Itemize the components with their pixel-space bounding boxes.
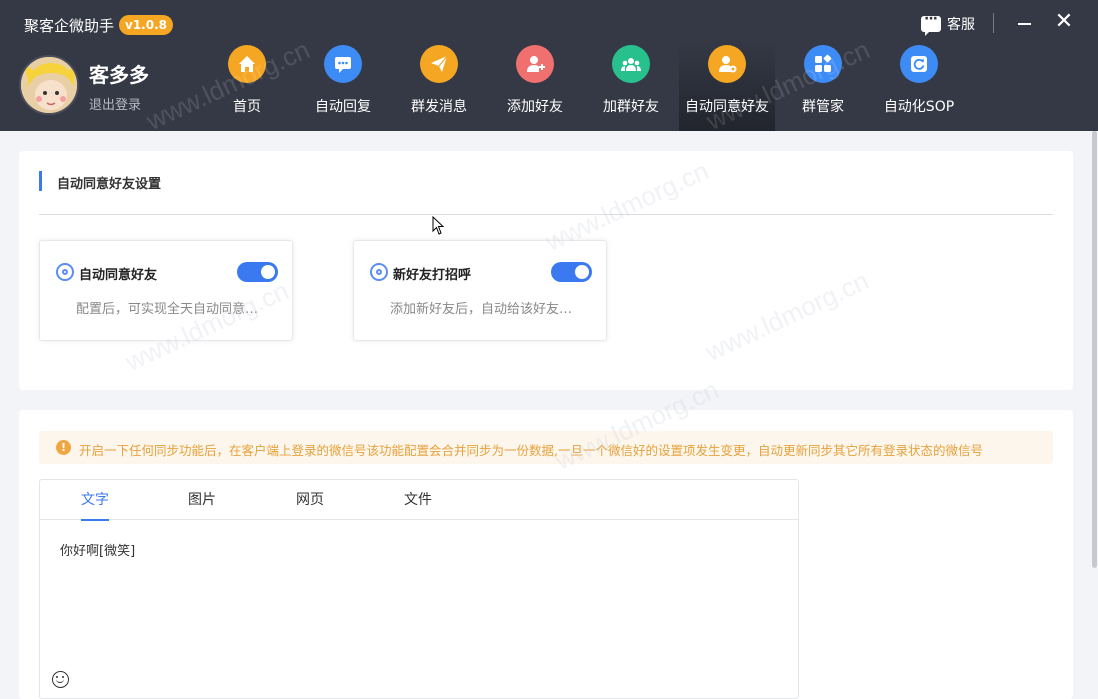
warning-icon: ! <box>56 440 71 455</box>
tab-text[interactable]: 文字 <box>81 480 109 521</box>
greeting-toggle[interactable] <box>551 262 592 282</box>
auto-accept-toggle[interactable] <box>237 262 278 282</box>
nav-auto-sop[interactable]: 自动化SOP <box>880 40 958 131</box>
refresh-icon <box>900 45 938 83</box>
app-title: 聚客企微助手 <box>24 17 115 35</box>
nav-label: 首页 <box>233 99 261 115</box>
feature-card-greeting[interactable]: 新好友打招呼 添加新好友后，自动给该好友… <box>353 240 607 341</box>
watermark: www.ldmorg.cn <box>700 265 874 367</box>
feature-name: 新好友打招呼 <box>393 268 472 283</box>
nav-group-friend[interactable]: 加群好友 <box>601 40 661 131</box>
settings-card: 自动同意好友设置 自动同意好友 配置后，可实现全天自动同意… 新好友打招呼 添加… <box>19 151 1073 390</box>
feature-card-auto-accept[interactable]: 自动同意好友 配置后，可实现全天自动同意… <box>39 240 293 341</box>
scrollbar-thumb[interactable] <box>1092 131 1097 568</box>
section-divider <box>39 214 1053 215</box>
tab-webpage[interactable]: 网页 <box>296 480 324 520</box>
username: 客多多 <box>89 63 149 87</box>
logout-link[interactable]: 退出登录 <box>89 94 141 113</box>
group-icon <box>612 45 650 83</box>
top-bar: 聚客企微助手 v1.0.8 客服 ✕ 客多多 退出登录 首页 <box>0 0 1098 136</box>
section-title: 自动同意好友设置 <box>57 177 162 192</box>
section-marker <box>39 171 42 191</box>
message-card: ! 开启一下任何同步功能后，在客户端上登录的微信号该功能配置会合并同步为一份数据… <box>19 374 1073 699</box>
nav-auto-reply[interactable]: 自动回复 <box>313 40 373 131</box>
minimize-button[interactable] <box>1015 12 1035 34</box>
feature-description: 添加新好友后，自动给该好友… <box>390 302 573 317</box>
emoji-icon[interactable] <box>52 671 69 688</box>
nav-mass-message[interactable]: 群发消息 <box>409 40 469 131</box>
nav-label: 加群好友 <box>603 99 659 115</box>
sync-notice: ! 开启一下任何同步功能后，在客户端上登录的微信号该功能配置会合并同步为一份数据… <box>39 431 1053 464</box>
feature-name: 自动同意好友 <box>79 268 158 283</box>
avatar[interactable] <box>19 55 79 115</box>
chat-bubble-icon <box>921 11 941 36</box>
tab-file[interactable]: 文件 <box>404 480 432 520</box>
notice-text: 开启一下任何同步功能后，在客户端上登录的微信号该功能配置会合并同步为一份数据,一… <box>79 443 983 458</box>
nav-group-manager[interactable]: 群管家 <box>798 40 848 131</box>
add-user-icon <box>516 45 554 83</box>
gear-icon <box>370 263 388 281</box>
nav-label: 群管家 <box>802 99 844 115</box>
feature-description: 配置后，可实现全天自动同意… <box>76 302 259 317</box>
message-text-area[interactable]: 你好啊[微笑] <box>60 540 135 559</box>
close-button[interactable]: ✕ <box>1053 11 1075 33</box>
nav-label: 自动回复 <box>315 99 371 115</box>
nav-label: 添加好友 <box>507 99 563 115</box>
gear-icon <box>56 263 74 281</box>
content-type-tabs: 文字 图片 网页 文件 <box>40 480 798 521</box>
version-badge: v1.0.8 <box>119 15 173 35</box>
customer-service-button[interactable]: 客服 <box>921 11 975 36</box>
nav-label: 自动化SOP <box>883 99 955 115</box>
nav-auto-accept-friend[interactable]: 自动同意好友 <box>679 40 775 131</box>
nav-label: 自动同意好友 <box>685 99 769 115</box>
send-icon <box>420 45 458 83</box>
title-divider <box>993 13 994 33</box>
nav-add-friend[interactable]: 添加好友 <box>505 40 565 131</box>
nav-label: 群发消息 <box>411 99 467 115</box>
customer-service-label: 客服 <box>947 17 975 33</box>
nav-home[interactable]: 首页 <box>217 40 277 131</box>
tab-image[interactable]: 图片 <box>188 480 216 520</box>
apps-icon <box>804 45 842 83</box>
chat-icon <box>324 45 362 83</box>
user-check-icon <box>708 45 746 83</box>
home-icon <box>228 45 266 83</box>
message-editor: 文字 图片 网页 文件 你好啊[微笑] <box>39 479 799 699</box>
